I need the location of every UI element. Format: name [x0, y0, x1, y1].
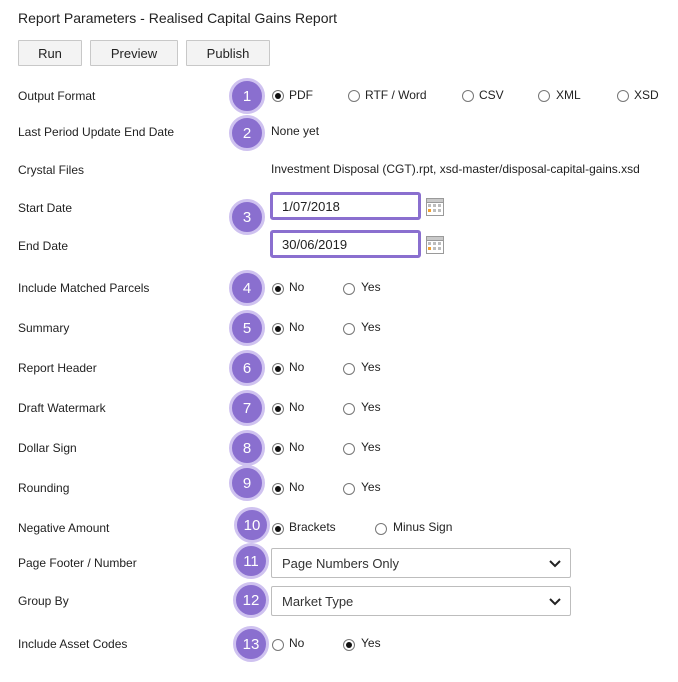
report-header-no-label: No [289, 360, 305, 374]
output-format-csv-radio[interactable] [462, 90, 474, 102]
step-badge-1: 1 [229, 78, 265, 114]
output-format-pdf-radio[interactable] [272, 90, 284, 102]
rounding-yes-label: Yes [361, 480, 381, 494]
rounding-no-label: No [289, 480, 305, 494]
draft-watermark-label: Draft Watermark [18, 401, 106, 415]
include-asset-codes-no-label: No [289, 636, 305, 650]
last-period-value: None yet [271, 124, 320, 138]
step-badge-7: 7 [229, 390, 265, 426]
calendar-icon[interactable] [426, 236, 444, 254]
dollar-sign-no-radio[interactable] [272, 443, 284, 455]
negative-amount-brackets-label: Brackets [289, 520, 336, 534]
report-header-no-radio[interactable] [272, 363, 284, 375]
page-footer-select[interactable]: Page Numbers Only [271, 548, 571, 578]
step-badge-2: 2 [229, 115, 265, 151]
output-format-xml-label: XML [556, 88, 581, 102]
output-format-xsd-label: XSD [634, 88, 659, 102]
step-badge-4: 4 [229, 270, 265, 306]
page-footer-select-value: Page Numbers Only [282, 555, 400, 571]
page-title: Report Parameters - Realised Capital Gai… [18, 10, 338, 26]
crystal-files-value: Investment Disposal (CGT).rpt, xsd-maste… [271, 162, 640, 176]
negative-amount-minus-label: Minus Sign [393, 520, 453, 534]
end-date-label: End Date [18, 239, 69, 253]
summary-label: Summary [18, 321, 70, 335]
step-badge-8: 8 [229, 430, 265, 466]
step-badge-10: 10 [234, 507, 270, 543]
chevron-down-icon [549, 598, 561, 606]
last-period-label: Last Period Update End Date [18, 125, 175, 139]
negative-amount-label: Negative Amount [18, 521, 110, 535]
group-by-select[interactable]: Market Type [271, 586, 571, 616]
step-badge-13: 13 [233, 626, 269, 662]
crystal-files-label: Crystal Files [18, 163, 85, 177]
include-asset-codes-yes-radio[interactable] [343, 639, 355, 651]
step-badge-6: 6 [229, 350, 265, 386]
dollar-sign-label: Dollar Sign [18, 441, 77, 455]
include-asset-codes-no-radio[interactable] [272, 639, 284, 651]
include-asset-codes-yes-label: Yes [361, 636, 381, 650]
output-format-pdf-label: PDF [289, 88, 313, 102]
step-badge-3: 3 [229, 199, 265, 235]
calendar-icon[interactable] [426, 198, 444, 216]
report-header-label: Report Header [18, 361, 97, 375]
rounding-yes-radio[interactable] [343, 483, 355, 495]
summary-no-radio[interactable] [272, 323, 284, 335]
rounding-label: Rounding [18, 481, 70, 495]
summary-no-label: No [289, 320, 305, 334]
preview-button[interactable]: Preview [90, 40, 178, 66]
rounding-no-radio[interactable] [272, 483, 284, 495]
chevron-down-icon [549, 560, 561, 568]
page-footer-label: Page Footer / Number [18, 556, 137, 570]
step-badge-11: 11 [233, 543, 269, 579]
dollar-sign-no-label: No [289, 440, 305, 454]
include-asset-codes-label: Include Asset Codes [18, 637, 128, 651]
negative-amount-minus-radio[interactable] [375, 523, 387, 535]
step-badge-5: 5 [229, 310, 265, 346]
step-badge-12: 12 [233, 582, 269, 618]
include-matched-parcels-label: Include Matched Parcels [18, 281, 150, 295]
report-header-yes-label: Yes [361, 360, 381, 374]
start-date-label: Start Date [18, 201, 73, 215]
run-button[interactable]: Run [18, 40, 82, 66]
include-matched-parcels-yes-radio[interactable] [343, 283, 355, 295]
draft-watermark-yes-radio[interactable] [343, 403, 355, 415]
step-badge-9: 9 [229, 465, 265, 501]
include-matched-parcels-no-radio[interactable] [272, 283, 284, 295]
include-matched-parcels-yes-label: Yes [361, 280, 381, 294]
end-date-input[interactable]: 30/06/2019 [270, 230, 421, 258]
dollar-sign-yes-radio[interactable] [343, 443, 355, 455]
output-format-rtf-label: RTF / Word [365, 88, 427, 102]
output-format-csv-label: CSV [479, 88, 504, 102]
draft-watermark-yes-label: Yes [361, 400, 381, 414]
start-date-input[interactable]: 1/07/2018 [270, 192, 421, 220]
report-header-yes-radio[interactable] [343, 363, 355, 375]
output-format-label: Output Format [18, 89, 96, 103]
include-matched-parcels-no-label: No [289, 280, 305, 294]
draft-watermark-no-radio[interactable] [272, 403, 284, 415]
draft-watermark-no-label: No [289, 400, 305, 414]
negative-amount-brackets-radio[interactable] [272, 523, 284, 535]
dollar-sign-yes-label: Yes [361, 440, 381, 454]
output-format-rtf-radio[interactable] [348, 90, 360, 102]
summary-yes-label: Yes [361, 320, 381, 334]
group-by-select-value: Market Type [282, 593, 354, 609]
summary-yes-radio[interactable] [343, 323, 355, 335]
output-format-xml-radio[interactable] [538, 90, 550, 102]
group-by-label: Group By [18, 594, 69, 608]
output-format-xsd-radio[interactable] [617, 90, 629, 102]
publish-button[interactable]: Publish [186, 40, 270, 66]
